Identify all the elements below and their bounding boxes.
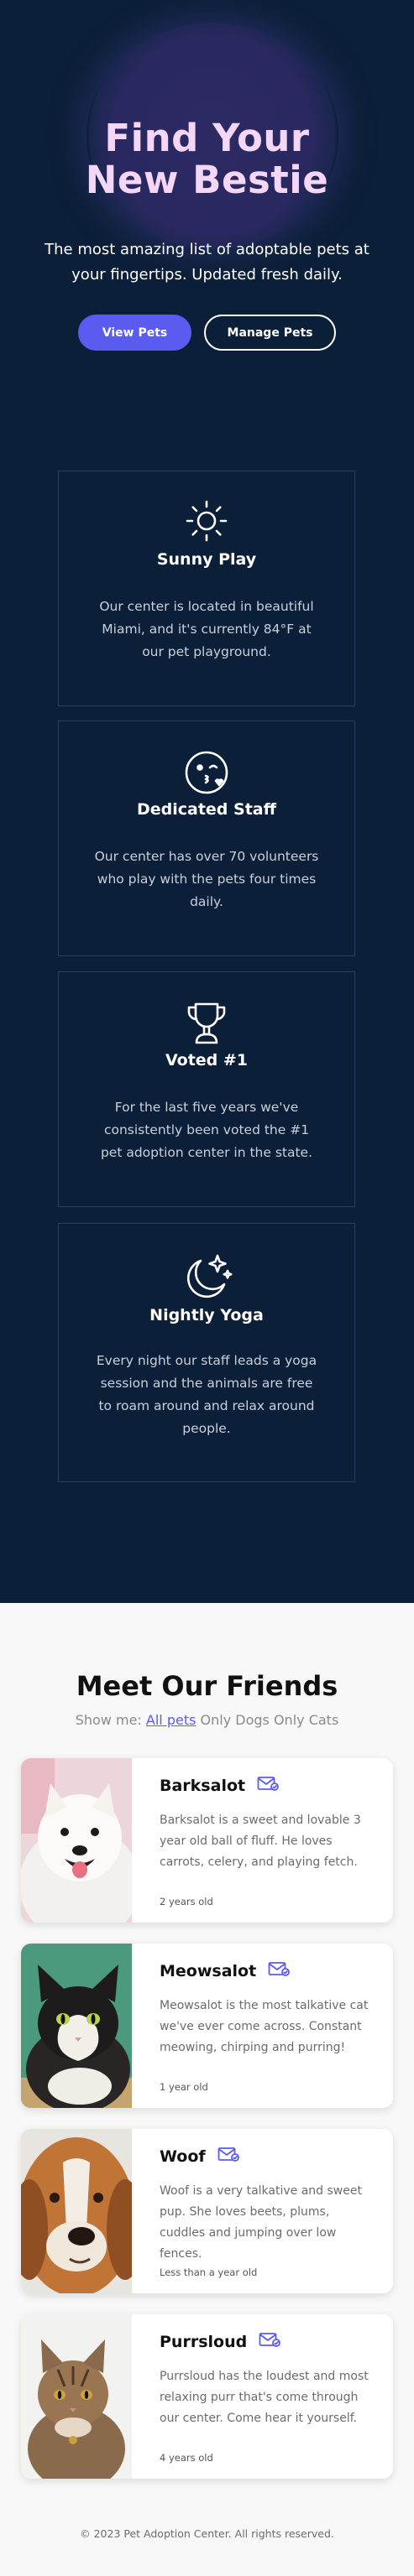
pet-photo-woof	[21, 2129, 132, 2293]
pet-description: Meowsalot is the most talkative cat we'v…	[160, 1999, 369, 2054]
pet-description: Woof is a very talkative and sweet pup. …	[160, 2184, 362, 2261]
pet-filter-bar: Show me: All pets Only Dogs Only Cats	[0, 1712, 414, 1728]
pet-photo-barksalot	[21, 1758, 132, 1923]
stat-text: For the last five years we've consistent…	[100, 1100, 313, 1160]
pet-card-meowsalot[interactable]: Meowsalot Meowsalot is the most talkativ…	[21, 1944, 393, 2108]
stat-text: Every night our staff leads a yoga sessi…	[96, 1353, 317, 1436]
moon-stars-icon	[59, 1251, 354, 1306]
friends-section: Meet Our Friends Show me: All pets Only …	[0, 1603, 414, 2576]
filter-only-dogs[interactable]: Only Dogs	[201, 1712, 270, 1728]
pet-card-woof[interactable]: Woof Woof is a very talkative and sweet …	[21, 2129, 393, 2293]
trophy-icon	[59, 999, 354, 1048]
pet-age: 1 year old	[160, 2081, 208, 2093]
filter-only-cats[interactable]: Only Cats	[274, 1712, 338, 1728]
stat-title: Dedicated Staff	[136, 800, 277, 819]
filter-all-pets[interactable]: All pets	[146, 1712, 197, 1728]
pet-card-purrsloud[interactable]: Purrsloud Purrsloud has the loudest and …	[21, 2314, 393, 2479]
pet-age: Less than a year old	[160, 2266, 258, 2278]
pet-name-row: Meowsalot	[160, 1960, 291, 1981]
filter-label: Show me:	[75, 1712, 142, 1728]
pet-name: Meowsalot	[160, 1961, 257, 1980]
stat-title: Nightly Yoga	[149, 1306, 264, 1324]
stat-text: Our center is located in beautiful Miami…	[99, 599, 314, 659]
hero-title-line1: Find Your	[104, 116, 310, 160]
pet-photo-purrsloud	[21, 2314, 132, 2479]
stat-title: Sunny Play	[156, 550, 257, 569]
pet-description: Barksalot is a sweet and lovable 3 year …	[160, 1814, 361, 1869]
pet-age: 4 years old	[160, 2452, 213, 2464]
stat-card-nightly-yoga: Nightly Yoga Every night our staff leads…	[58, 1223, 355, 1482]
stat-text: Our center has over 70 volunteers who pl…	[94, 849, 319, 909]
hero-subtitle: The most amazing list of adoptable pets …	[45, 241, 369, 284]
pet-photo-meowsalot	[21, 1944, 132, 2108]
pet-name: Barksalot	[160, 1776, 246, 1795]
email-icon[interactable]	[217, 2146, 239, 2167]
pet-card-barksalot[interactable]: Barksalot Barksalot is a sweet and lovab…	[21, 1758, 393, 1923]
email-icon[interactable]	[268, 1960, 291, 1981]
kiss-face-icon	[59, 748, 354, 797]
email-icon[interactable]	[257, 1775, 279, 1796]
pet-name: Woof	[160, 2147, 206, 2166]
pet-age: 2 years old	[160, 1896, 213, 1907]
sun-icon	[59, 498, 354, 544]
stat-title: Voted #1	[165, 1051, 249, 1069]
pet-description: Purrsloud has the loudest and most relax…	[160, 2370, 369, 2425]
pet-name: Purrsloud	[160, 2332, 248, 2351]
pet-name-row: Purrsloud	[160, 2331, 281, 2352]
hero-buttons: View Pets Manage Pets	[0, 315, 414, 351]
email-icon[interactable]	[259, 2331, 281, 2352]
pet-name-row: Woof	[160, 2146, 239, 2167]
stat-card-sunny-play: Sunny Play Our center is located in beau…	[58, 471, 355, 706]
hero-title: Find Your New Bestie	[0, 117, 414, 201]
stat-card-voted-1: Voted #1 For the last five years we've c…	[58, 971, 355, 1207]
manage-pets-button[interactable]: Manage Pets	[204, 315, 336, 351]
friends-heading: Meet Our Friends	[76, 1670, 338, 1702]
hero-section: Find Your New Bestie The most amazing li…	[0, 0, 414, 1603]
stat-card-dedicated-staff: Dedicated Staff Our center has over 70 v…	[58, 721, 355, 956]
pet-name-row: Barksalot	[160, 1775, 279, 1796]
hero-title-line2: New Bestie	[85, 158, 329, 202]
view-pets-button[interactable]: View Pets	[78, 315, 191, 351]
page-footer: © 2023 Pet Adoption Center. All rights r…	[80, 2527, 334, 2540]
